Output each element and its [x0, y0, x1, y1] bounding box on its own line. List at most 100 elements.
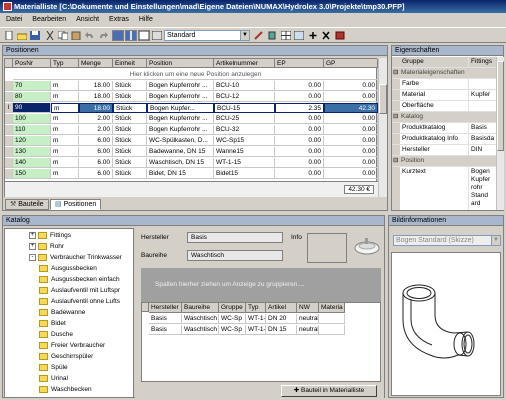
catalog-cell[interactable]: [319, 314, 345, 324]
table-view-icon[interactable]: [293, 30, 305, 41]
cell-artikelnummer[interactable]: WT-1-15: [214, 158, 275, 168]
catalog-cell[interactable]: Waschtisch: [182, 314, 219, 324]
catalog-cell[interactable]: WC-Sp: [219, 314, 246, 324]
cell-menge[interactable]: 6.00: [79, 136, 113, 146]
cell-typ[interactable]: m: [51, 114, 79, 124]
property-value[interactable]: DIN: [468, 145, 496, 156]
col-ep[interactable]: EP: [275, 59, 324, 68]
property-row[interactable]: Material Kupfer: [392, 90, 496, 101]
cell-position[interactable]: Bidet, DN 15: [147, 169, 214, 179]
book-icon[interactable]: [334, 30, 346, 41]
view-list-icon[interactable]: [112, 30, 124, 41]
cell-typ[interactable]: m: [51, 147, 79, 157]
cell-ep[interactable]: 0.00: [275, 81, 324, 91]
cell-menge[interactable]: 6.00: [79, 158, 113, 168]
cell-typ[interactable]: m: [51, 136, 79, 146]
property-value[interactable]: Bogen Kupfer rohr Stand ard: [468, 167, 496, 210]
new-position-row[interactable]: Hier klicken um eine neue Position anzul…: [13, 69, 378, 80]
col-gp[interactable]: GP: [324, 59, 378, 68]
col-artikelnummer[interactable]: Artikelnummer: [214, 59, 275, 68]
tree-item[interactable]: Freier Verbraucher: [39, 341, 105, 351]
positions-scroll-thumb[interactable]: [379, 84, 387, 114]
table-row[interactable]: BasisWaschtischWC-SpWT-1-15DN 15neutral: [142, 325, 382, 336]
cell-posnr[interactable]: 110: [13, 125, 51, 135]
cell-position[interactable]: Badewanne, DN 15: [147, 147, 214, 157]
row-header[interactable]: [5, 158, 13, 168]
positions-scrollbar[interactable]: [378, 58, 387, 197]
catalog-cell[interactable]: [319, 325, 345, 335]
cell-gp[interactable]: 0.00: [324, 147, 378, 157]
group-by-area[interactable]: Spalten hierher ziehen um Anzeige zu gru…: [141, 268, 381, 302]
catalog-col-header[interactable]: Artikel: [266, 303, 297, 313]
menu-bearbeiten[interactable]: Bearbeiten: [32, 16, 66, 23]
tree-item[interactable]: Geschirrspüler: [39, 352, 93, 362]
cell-posnr[interactable]: 80: [13, 92, 51, 102]
menu-hilfe[interactable]: Hilfe: [139, 16, 153, 23]
menu-ansicht[interactable]: Ansicht: [76, 16, 99, 23]
cell-typ[interactable]: m: [51, 81, 79, 91]
catalog-col-header[interactable]: NW: [297, 303, 319, 313]
cell-gp[interactable]: 0.00: [324, 158, 378, 168]
redo-icon[interactable]: [97, 30, 109, 41]
table-row[interactable]: 130 m 6.00 Stück Badewanne, DN 15 Wanne15 0.00…: [5, 147, 378, 158]
tree-item[interactable]: Auslaufventil mit Luftspr: [39, 286, 120, 296]
cell-ep[interactable]: 0.00: [275, 158, 324, 168]
expand-icon[interactable]: +: [29, 231, 36, 239]
row-header[interactable]: [5, 169, 13, 179]
row-header[interactable]: [5, 92, 13, 102]
catalog-cell[interactable]: WT-1-15: [246, 325, 266, 335]
catalog-cell[interactable]: WT-1-20: [246, 314, 266, 324]
grid-view-icon[interactable]: [280, 30, 292, 41]
view-detail-icon[interactable]: [138, 30, 150, 41]
tab-bauteile[interactable]: ⚒ Bauteile: [5, 199, 49, 210]
cell-ep[interactable]: 0.00: [275, 92, 324, 102]
col-position[interactable]: Position: [147, 59, 214, 68]
style-select[interactable]: Standard ▼: [164, 30, 250, 41]
expand-icon[interactable]: +: [29, 242, 36, 250]
tree-item[interactable]: + Rohr: [29, 242, 64, 252]
image-style-select[interactable]: Bogen Standard (Skizze) ▼: [393, 235, 501, 246]
catalog-col-header[interactable]: Hersteller: [149, 303, 182, 313]
catalog-cell[interactable]: neutral: [297, 325, 319, 335]
catalog-col-header[interactable]: Typ: [246, 303, 266, 313]
brush-icon[interactable]: [253, 30, 265, 41]
catalog-cell[interactable]: DN 20: [266, 314, 297, 324]
cell-posnr[interactable]: 130: [13, 147, 51, 157]
tab-positionen[interactable]: ▤ Positionen: [50, 199, 102, 210]
cell-typ[interactable]: m: [51, 92, 79, 102]
open-icon[interactable]: [16, 30, 28, 41]
cell-posnr[interactable]: 100: [13, 114, 51, 124]
catalog-cell[interactable]: WC-Sp: [219, 325, 246, 335]
tree-item[interactable]: Bidet: [39, 319, 66, 329]
cell-ep[interactable]: 0.00: [275, 125, 324, 135]
cell-artikelnummer[interactable]: BCU-32: [214, 125, 275, 135]
row-header[interactable]: [5, 81, 13, 91]
collapse-icon[interactable]: -: [29, 253, 36, 261]
table-row[interactable]: 70 m 18.00 Stück Bogen Kupferrohr ... BCU-10 0…: [5, 81, 378, 92]
cell-typ[interactable]: m: [51, 103, 79, 113]
cell-gp[interactable]: 0.00: [324, 92, 378, 102]
cell-einheit[interactable]: Stück: [113, 103, 147, 113]
cell-menge[interactable]: 18.00: [79, 92, 113, 102]
property-value[interactable]: Basis: [468, 123, 496, 134]
cut-icon[interactable]: [44, 30, 56, 41]
property-section[interactable]: ⊟ Materialeigenschaften: [392, 68, 496, 79]
catalog-cell[interactable]: Waschtisch: [182, 325, 219, 335]
cell-position[interactable]: Waschtisch, DN 15: [147, 158, 214, 168]
cell-posnr[interactable]: 140: [13, 158, 51, 168]
cell-menge[interactable]: 18.00: [79, 81, 113, 91]
property-section[interactable]: ⊟ Position: [392, 156, 496, 167]
cell-ep[interactable]: 0.00: [275, 114, 324, 124]
property-row[interactable]: Farbe: [392, 79, 496, 90]
cell-artikelnummer[interactable]: Bidet15: [214, 169, 275, 179]
paint-icon[interactable]: [266, 30, 278, 41]
table-row[interactable]: 140 m 6.00 Stück Waschtisch, DN 15 WT-1-15 0.0…: [5, 158, 378, 169]
table-row[interactable]: 150 m 6.00 Stück Bidet, DN 15 Bidet15 0.00 0.00: [5, 169, 378, 180]
cell-ep[interactable]: 0.00: [275, 147, 324, 157]
collapse-icon[interactable]: ⊟: [393, 112, 398, 122]
cell-gp[interactable]: 42.30: [324, 103, 378, 113]
cell-posnr[interactable]: 70: [13, 81, 51, 91]
cell-typ[interactable]: m: [51, 169, 79, 179]
tree-item[interactable]: Waschbecken: [39, 385, 92, 395]
property-value[interactable]: [468, 79, 496, 90]
